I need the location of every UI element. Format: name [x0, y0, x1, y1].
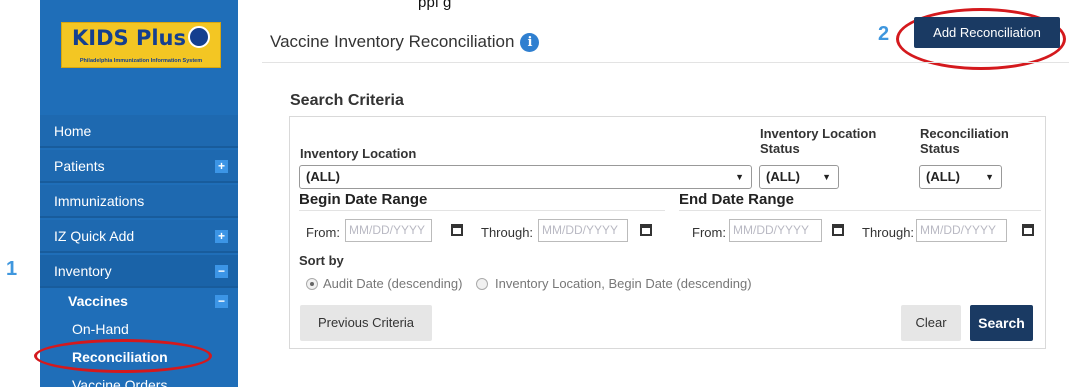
label-line: Reconciliation: [920, 126, 1009, 141]
sidebar-item-iz-quick-add[interactable]: IZ Quick Add +: [40, 220, 238, 253]
logo-subtitle: Philadelphia Immunization Information Sy…: [79, 58, 203, 64]
search-button[interactable]: Search: [970, 305, 1033, 341]
calendar-icon[interactable]: [832, 224, 844, 236]
end-date-range-title: End Date Range: [679, 191, 795, 208]
sort-option-label[interactable]: Inventory Location, Begin Date (descendi…: [495, 276, 752, 291]
sidebar-item-label: IZ Quick Add: [54, 228, 135, 244]
begin-through-label: Through:: [481, 225, 534, 240]
sidebar-item-home[interactable]: Home: [40, 115, 238, 148]
header-divider: [262, 62, 1069, 63]
calendar-icon[interactable]: [640, 224, 652, 236]
label-line: Inventory Location: [760, 126, 877, 141]
chevron-down-icon: ▼: [985, 172, 994, 182]
sidebar: KIDS Plus Philadelphia Immunization Info…: [40, 0, 238, 387]
app-root: ppi g KIDS Plus Philadelphia Immunizatio…: [0, 0, 1069, 387]
sidebar-item-label: On-Hand: [72, 321, 129, 337]
begin-through-date-input[interactable]: MM/DD/YYYY: [538, 219, 628, 242]
chevron-down-icon: ▼: [735, 172, 744, 182]
select-value: (ALL): [306, 169, 340, 184]
begin-date-range-divider: [299, 210, 665, 211]
collapse-minus-icon[interactable]: −: [215, 295, 228, 308]
app-logo[interactable]: KIDS Plus Philadelphia Immunization Info…: [61, 22, 221, 68]
page-title-text: Vaccine Inventory Reconciliation: [270, 32, 515, 51]
sidebar-item-label: Vaccine Orders: [72, 377, 168, 387]
sidebar-subitem-vaccine-orders[interactable]: Vaccine Orders: [40, 371, 238, 387]
sort-radio-audit-date[interactable]: [306, 278, 318, 290]
info-icon[interactable]: i: [520, 33, 540, 52]
sidebar-item-patients[interactable]: Patients +: [40, 150, 238, 183]
sidebar-item-label: Vaccines: [68, 293, 128, 309]
chevron-down-icon: ▼: [822, 172, 831, 182]
logo-title: KIDS Plus: [62, 26, 220, 50]
top-text-fragment: ppi g: [418, 0, 452, 11]
begin-from-date-input[interactable]: MM/DD/YYYY: [345, 219, 432, 242]
sort-by-label: Sort by: [299, 253, 344, 268]
reconciliation-status-select[interactable]: (ALL) ▼: [919, 165, 1002, 189]
reconciliation-status-label: Reconciliation Status: [920, 126, 1009, 156]
sort-option-label[interactable]: Audit Date (descending): [323, 276, 462, 291]
sidebar-item-immunizations[interactable]: Immunizations: [40, 185, 238, 218]
begin-date-range-title: Begin Date Range: [299, 191, 428, 208]
sidebar-item-label: Inventory: [54, 263, 112, 279]
page-title: Vaccine Inventory Reconciliation i: [270, 32, 540, 52]
callout-number-2: 2: [878, 23, 890, 45]
sort-radio-inventory-location[interactable]: [476, 278, 488, 290]
add-reconciliation-button[interactable]: Add Reconciliation: [914, 17, 1060, 48]
logo-badge-icon: [188, 26, 210, 48]
select-value: (ALL): [926, 169, 960, 184]
inventory-location-select[interactable]: (ALL) ▼: [299, 165, 752, 189]
logo-text: KIDS Plus: [72, 26, 186, 50]
expand-plus-icon[interactable]: +: [215, 160, 228, 173]
inventory-location-status-select[interactable]: (ALL) ▼: [759, 165, 839, 189]
label-line: Status: [920, 141, 960, 156]
calendar-icon[interactable]: [1022, 224, 1034, 236]
label-line: Status: [760, 141, 800, 156]
sidebar-item-label: Patients: [54, 158, 105, 174]
inventory-location-status-label: Inventory Location Status: [760, 126, 876, 156]
end-through-label: Through:: [862, 225, 915, 240]
end-from-label: From:: [692, 225, 726, 240]
select-value: (ALL): [766, 169, 800, 184]
sidebar-item-inventory[interactable]: Inventory −: [40, 255, 238, 288]
sidebar-item-label: Immunizations: [54, 193, 145, 209]
callout-number-1: 1: [6, 258, 18, 280]
collapse-minus-icon[interactable]: −: [215, 265, 228, 278]
inventory-location-label: Inventory Location: [300, 146, 417, 161]
search-criteria-title: Search Criteria: [290, 92, 404, 109]
calendar-icon[interactable]: [451, 224, 463, 236]
end-through-date-input[interactable]: MM/DD/YYYY: [916, 219, 1007, 242]
expand-plus-icon[interactable]: +: [215, 230, 228, 243]
end-from-date-input[interactable]: MM/DD/YYYY: [729, 219, 822, 242]
clear-button[interactable]: Clear: [901, 305, 961, 341]
sidebar-item-label: Home: [54, 123, 92, 139]
begin-from-label: From:: [306, 225, 340, 240]
highlight-ellipse-reconciliation: [34, 339, 212, 373]
previous-criteria-button[interactable]: Previous Criteria: [300, 305, 432, 341]
sidebar-subitem-vaccines[interactable]: Vaccines −: [40, 287, 238, 315]
end-date-range-divider: [679, 210, 1041, 211]
